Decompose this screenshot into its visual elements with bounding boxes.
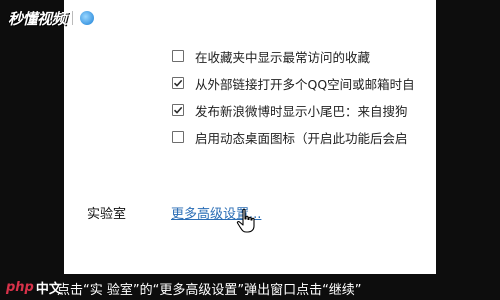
php-logo-text: php	[6, 280, 34, 295]
option-weibo-tail[interactable]: 发布新浪微博时显示小尾巴：来自搜狗	[172, 100, 408, 120]
option-label: 发布新浪微博时显示小尾巴：来自搜狗	[195, 103, 408, 119]
checkbox-checked[interactable]	[172, 77, 184, 89]
option-open-multiple-qzone-mail[interactable]: 从外部链接打开多个QQ空间或邮箱时自	[172, 73, 415, 93]
check-icon	[173, 106, 183, 114]
option-dynamic-desktop-icon[interactable]: 启用动态桌面图标（开启此功能后会启	[172, 127, 408, 147]
checkbox-unchecked[interactable]	[172, 50, 184, 62]
brand-logo: 秒懂视频	[8, 6, 96, 30]
settings-panel: 在收藏夹中显示最常访问的收藏 从外部链接打开多个QQ空间或邮箱时自 发布新浪微博…	[64, 0, 436, 274]
brand-divider	[72, 11, 74, 25]
option-label: 启用动态桌面图标（开启此功能后会启	[195, 130, 408, 146]
check-icon	[173, 79, 183, 87]
lab-section-label: 实验室	[87, 207, 127, 222]
subtitle-text: 点击“实 验室”的“更多高级设置”弹出窗口点击“继续”	[57, 283, 362, 298]
option-label: 从外部链接打开多个QQ空间或邮箱时自	[195, 76, 415, 92]
php-watermark: php 中文	[6, 278, 62, 297]
checkbox-checked[interactable]	[172, 104, 184, 116]
checkbox-unchecked[interactable]	[172, 131, 184, 143]
option-label: 在收藏夹中显示最常访问的收藏	[195, 49, 371, 65]
brand-name: 秒懂视频	[8, 9, 67, 28]
option-show-frequent-favorites[interactable]: 在收藏夹中显示最常访问的收藏	[172, 46, 370, 66]
brand-circle-icon	[79, 10, 96, 26]
hand-cursor-icon	[236, 208, 255, 233]
